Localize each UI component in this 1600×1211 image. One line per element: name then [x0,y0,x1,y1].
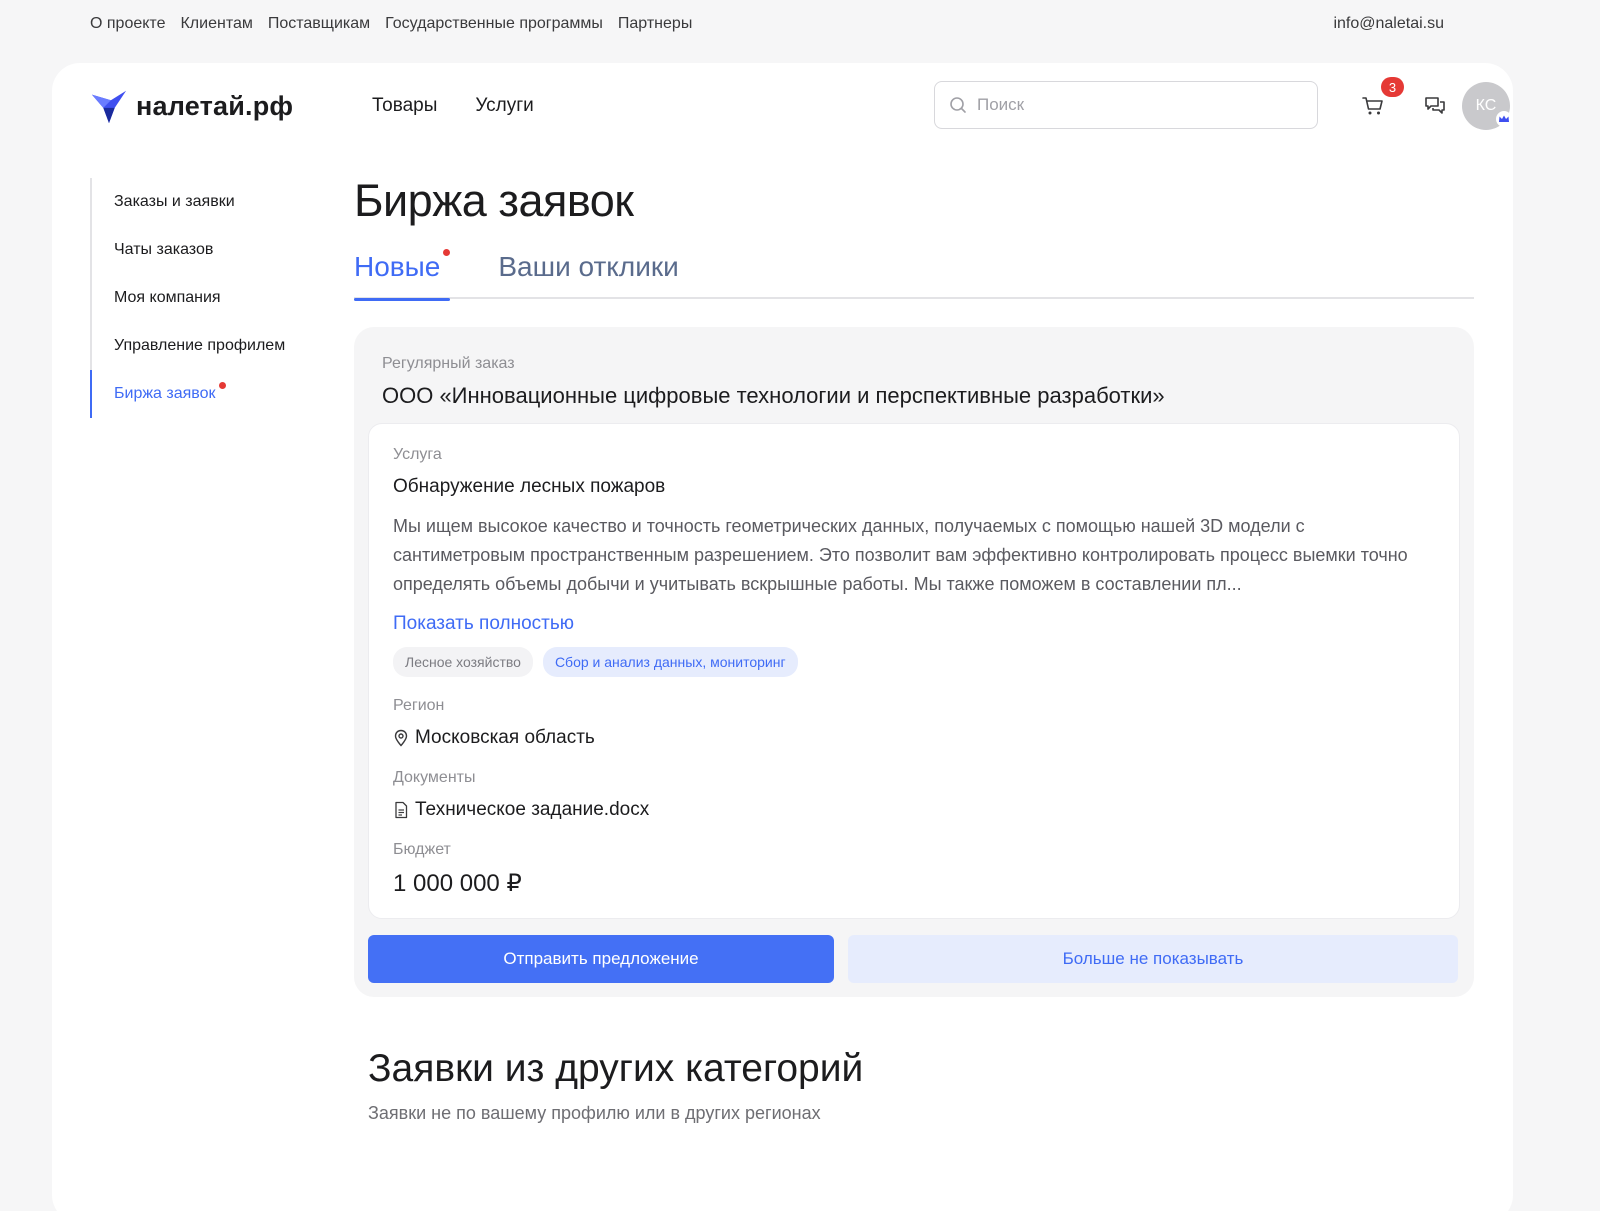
order-details: Услуга Обнаружение лесных пожаров Мы ище… [368,423,1460,919]
page-title: Биржа заявок [354,175,634,226]
region-value: Московская область [415,727,595,748]
hide-order-button[interactable]: Больше не показывать [848,935,1458,983]
main-content: Биржа заявок Новые Ваши отклики Регулярн… [354,175,1474,1124]
tab-label: Ваши отклики [498,251,679,282]
order-actions: Отправить предложение Больше не показыва… [368,935,1460,983]
cart-count-badge: 3 [1381,77,1404,97]
send-offer-button[interactable]: Отправить предложение [368,935,834,983]
region-label: Регион [393,697,445,714]
tabs: Новые Ваши отклики [354,247,1474,301]
main-panel: налетай.рф Товары Услуги 3 КС [52,63,1513,1211]
other-categories-section: Заявки из других категорий Заявки не по … [354,1047,1474,1124]
crown-icon [1496,111,1512,127]
sidebar-item-label: Биржа заявок [114,385,216,402]
sidebar-item-profile[interactable]: Управление профилем [92,322,320,370]
logo[interactable]: налетай.рф [90,87,318,125]
search-input[interactable] [977,95,1297,115]
documents-section: Документы Техническое задание.docx [393,769,1437,821]
top-bar: О проекте Клиентам Поставщикам Государст… [0,0,1600,48]
tab-label: Новые [354,251,441,282]
region-section: Регион Московская область [393,697,1437,749]
order-kind: Регулярный заказ [382,355,515,372]
location-pin-icon [394,729,408,747]
top-links: О проекте Клиентам Поставщикам Государст… [90,15,692,33]
nav-services[interactable]: Услуги [475,95,533,117]
search-box[interactable] [934,81,1318,129]
sidebar-item-my-company[interactable]: Моя компания [92,274,320,322]
service-label: Услуга [393,446,442,463]
sidebar-item-label: Моя компания [114,289,221,306]
document-name: Техническое задание.docx [415,799,650,820]
sidebar-item-label: Заказы и заявки [114,193,235,210]
tag-list: Лесное хозяйство Сбор и анализ данных, м… [393,647,1437,677]
tag-chip: Лесное хозяйство [393,647,533,677]
top-link-suppliers[interactable]: Поставщикам [268,15,370,33]
top-link-about[interactable]: О проекте [90,15,165,33]
top-link-gov-programs[interactable]: Государственные программы [385,15,603,33]
budget-section: Бюджет 1 000 000 ₽ [393,841,1437,898]
notification-dot [443,249,451,256]
show-more-link[interactable]: Показать полностью [393,613,574,635]
cart-icon[interactable] [1360,93,1386,119]
other-categories-subtitle: Заявки не по вашему профилю или в других… [368,1103,821,1123]
main-nav: Товары Услуги [372,95,534,117]
service-name: Обнаружение лесных пожаров [393,476,666,497]
search-icon [950,97,966,113]
nav-goods[interactable]: Товары [372,95,437,117]
sidebar-item-orders[interactable]: Заказы и заявки [92,178,320,226]
chat-icon[interactable] [1422,93,1448,119]
budget-label: Бюджет [393,841,451,858]
sidebar-item-label: Чаты заказов [114,241,214,258]
tag-chip: Сбор и анализ данных, мониторинг [542,647,798,677]
header: налетай.рф Товары Услуги 3 КС [90,77,1512,131]
contact-email[interactable]: info@naletai.su [1333,15,1444,33]
tab-your-responses[interactable]: Ваши отклики [498,247,678,299]
order-company: ООО «Инновационные цифровые технологии и… [382,383,1165,408]
order-description: Мы ищем высокое качество и точность геом… [393,516,1408,594]
budget-value: 1 000 000 ₽ [393,870,522,897]
sidebar-item-exchange[interactable]: Биржа заявок [90,370,320,418]
sidebar-item-label: Управление профилем [114,337,286,354]
sidebar-item-order-chats[interactable]: Чаты заказов [92,226,320,274]
notification-dot [218,382,226,389]
top-link-partners[interactable]: Партнеры [618,15,692,33]
document-link[interactable]: Техническое задание.docx [393,799,1437,821]
documents-label: Документы [393,769,476,786]
logo-text: налетай.рф [136,90,294,121]
top-link-clients[interactable]: Клиентам [180,15,252,33]
document-icon [395,801,408,819]
order-card: Регулярный заказ ООО «Инновационные цифр… [354,327,1474,997]
tab-new[interactable]: Новые [354,247,451,301]
other-categories-title: Заявки из других категорий [368,1047,864,1090]
sidebar: Заказы и заявки Чаты заказов Моя компани… [90,178,320,418]
logo-mark-icon [91,90,127,124]
